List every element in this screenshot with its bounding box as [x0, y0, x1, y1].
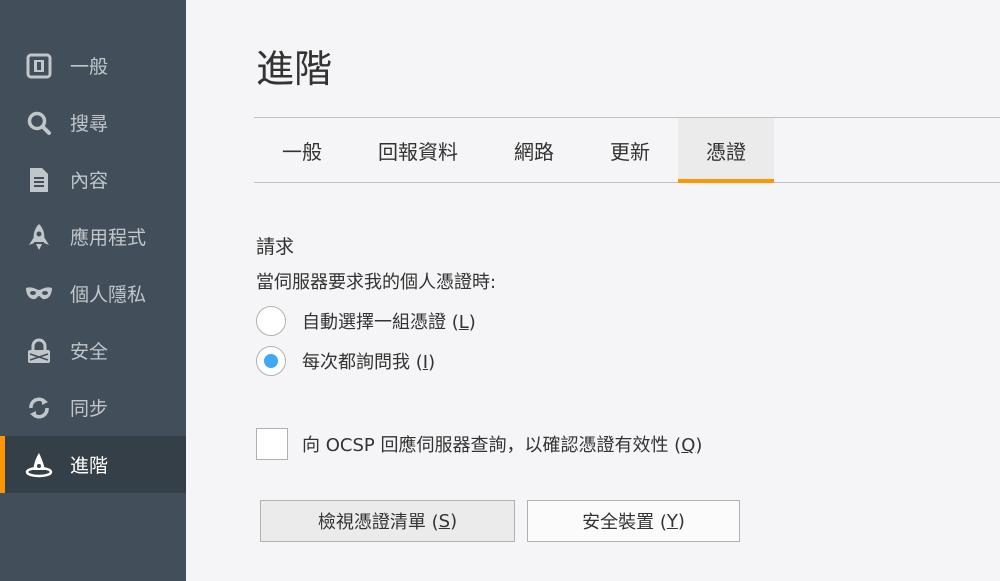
tab-data-choices[interactable]: 回報資料: [350, 118, 486, 182]
sidebar-item-label: 安全: [70, 341, 109, 363]
wizard-hat-icon: [24, 450, 54, 480]
sidebar-item-label: 個人隱私: [70, 284, 147, 306]
view-certificates-button[interactable]: 檢視憑證清單 (S): [260, 500, 515, 542]
tab-certificates[interactable]: 憑證: [678, 118, 774, 183]
sidebar-item-privacy[interactable]: 個人隱私: [0, 265, 186, 322]
ocsp-checkbox[interactable]: [256, 428, 288, 460]
requests-section-title: 請求: [256, 236, 295, 258]
sidebar-item-label: 搜尋: [70, 113, 109, 135]
search-icon: [24, 108, 54, 138]
radio-label: 每次都詢問我 (I): [302, 352, 436, 373]
ocsp-label: 向 OCSP 回應伺服器查詢，以確認憑證有效性 (Q): [302, 435, 703, 456]
tab-update[interactable]: 更新: [582, 118, 678, 182]
lock-icon: [24, 336, 54, 366]
sidebar-item-security[interactable]: 安全: [0, 322, 186, 379]
tab-general[interactable]: 一般: [254, 118, 350, 182]
sidebar-item-content[interactable]: 內容: [0, 151, 186, 208]
sidebar-item-general[interactable]: 一般: [0, 37, 186, 94]
radio-ask-every-time[interactable]: 每次都詢問我 (I): [256, 346, 435, 376]
page-title: 進階: [256, 47, 333, 91]
requests-description: 當伺服器要求我的個人憑證時:: [256, 272, 497, 293]
radio-button-selected[interactable]: [256, 346, 286, 376]
sidebar-item-search[interactable]: 搜尋: [0, 94, 186, 151]
sidebar-item-label: 一般: [70, 56, 109, 78]
sidebar-item-label: 進階: [70, 455, 109, 477]
radio-dot: [264, 354, 278, 368]
sidebar-item-label: 應用程式: [70, 227, 147, 249]
security-devices-button[interactable]: 安全裝置 (Y): [527, 500, 740, 542]
general-icon: [24, 51, 54, 81]
sidebar-item-sync[interactable]: 同步: [0, 379, 186, 436]
main-panel: 進階 一般 回報資料 網路 更新 憑證 請求 當伺服器要求我的個人憑證時: 自動…: [186, 0, 1000, 581]
sidebar-item-applications[interactable]: 應用程式: [0, 208, 186, 265]
sidebar: 一般 搜尋 內容 應用程式 個人隱私 安全 同步 進階: [0, 0, 186, 581]
sidebar-item-label: 內容: [70, 170, 109, 192]
sidebar-item-advanced[interactable]: 進階: [0, 436, 186, 493]
sidebar-item-label: 同步: [70, 398, 109, 420]
tab-network[interactable]: 網路: [486, 118, 582, 182]
radio-button[interactable]: [256, 306, 286, 336]
rocket-icon: [24, 222, 54, 252]
document-icon: [24, 165, 54, 195]
radio-auto-select[interactable]: 自動選擇一組憑證 (L): [256, 306, 476, 336]
sync-icon: [24, 393, 54, 423]
radio-label: 自動選擇一組憑證 (L): [302, 312, 476, 333]
tab-bar: 一般 回報資料 網路 更新 憑證: [254, 117, 1000, 183]
ocsp-option[interactable]: 向 OCSP 回應伺服器查詢，以確認憑證有效性 (Q): [256, 428, 702, 460]
mask-icon: [24, 279, 54, 309]
